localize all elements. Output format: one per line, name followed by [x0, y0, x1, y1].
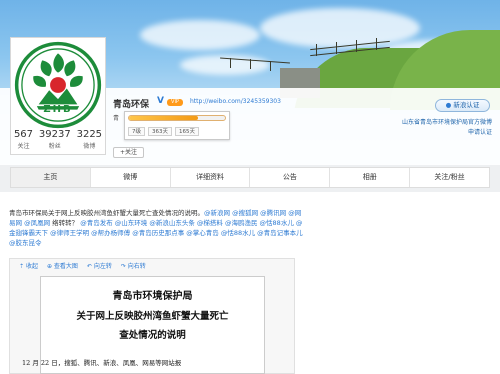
verified-icon[interactable]: V	[157, 96, 164, 106]
post-middle: 络转转？	[50, 219, 81, 227]
profile-intro: 青	[113, 115, 120, 122]
view-large-button[interactable]: ⊕ 查看大图	[47, 261, 78, 273]
verification-description: 山东省青岛市环境保护局官方微博	[401, 119, 492, 126]
tab-notice[interactable]: 公告	[250, 168, 331, 187]
zhb-logo[interactable]	[14, 41, 102, 129]
sina-verify-button[interactable]: ● 新浪认证	[435, 99, 490, 112]
doc-body-line: 12 月 22 日，搜狐、腾讯、新浪、凤凰、网易等网站报	[22, 359, 182, 367]
verify-button-label: 新浪认证	[453, 101, 480, 109]
level-tooltip: 7级 363天 165天	[124, 111, 230, 140]
doc-title-line-2: 关于网上反映胶州湾鱼虾蟹大量死亡	[76, 311, 229, 322]
stat-following[interactable]: 567 关注	[14, 129, 33, 150]
profile-url[interactable]: http://weibo.com/3245359303	[190, 98, 281, 105]
vip-badge[interactable]: VIP	[167, 99, 183, 106]
rotate-left-button[interactable]: ↶ 向左转	[87, 261, 112, 273]
level-progress-bar	[128, 115, 226, 121]
tab-details[interactable]: 详细资料	[171, 168, 251, 187]
tab-album[interactable]: 相册	[330, 168, 411, 187]
tab-follow-fans[interactable]: 关注/粉丝	[410, 168, 489, 187]
tooltip-level: 7级	[128, 127, 145, 136]
profile-nav: 主页 微博 详细资料 公告 相册 关注/粉丝	[10, 167, 490, 188]
tab-weibo[interactable]: 微博	[91, 168, 171, 187]
post-text: 青岛市环保局关于网上反映胶州湾鱼虾蟹大量死亡查处情况的说明。@新浪网 @搜狐网 …	[9, 208, 303, 248]
stat-fans[interactable]: 39237 粉丝	[39, 129, 71, 150]
tooltip-days-vip: 165天	[175, 127, 199, 136]
profile-stats: 567 关注 39237 粉丝 3225 微博	[11, 129, 105, 150]
profile-name: 青岛环保	[113, 100, 150, 110]
post-lead: 青岛市环保局关于网上反映胶州湾鱼虾蟹大量死亡查处情况的说明。	[9, 209, 204, 217]
tooltip-days-active: 363天	[148, 127, 172, 136]
follow-button[interactable]: +关注	[113, 147, 144, 158]
apply-verification-link[interactable]: 申请认证	[468, 127, 492, 136]
collapse-button[interactable]: ⇡ 收起	[19, 261, 38, 273]
level-progress-fill	[129, 116, 199, 120]
logo-text: ZHB	[43, 104, 73, 115]
tab-home[interactable]: 主页	[11, 168, 91, 187]
image-toolbar: ⇡ 收起 ⊕ 查看大图 ↶ 向左转 ↷ 向右转	[9, 261, 295, 273]
doc-title-line-3: 查处情况的说明	[119, 330, 186, 341]
doc-title-line-1: 青岛市环境保护局	[112, 291, 193, 302]
rotate-right-button[interactable]: ↷ 向右转	[121, 261, 146, 273]
stat-weibo[interactable]: 3225 微博	[77, 129, 102, 150]
avatar-card: ZHB 567 关注 39237 粉丝 3225 微博	[10, 37, 106, 155]
